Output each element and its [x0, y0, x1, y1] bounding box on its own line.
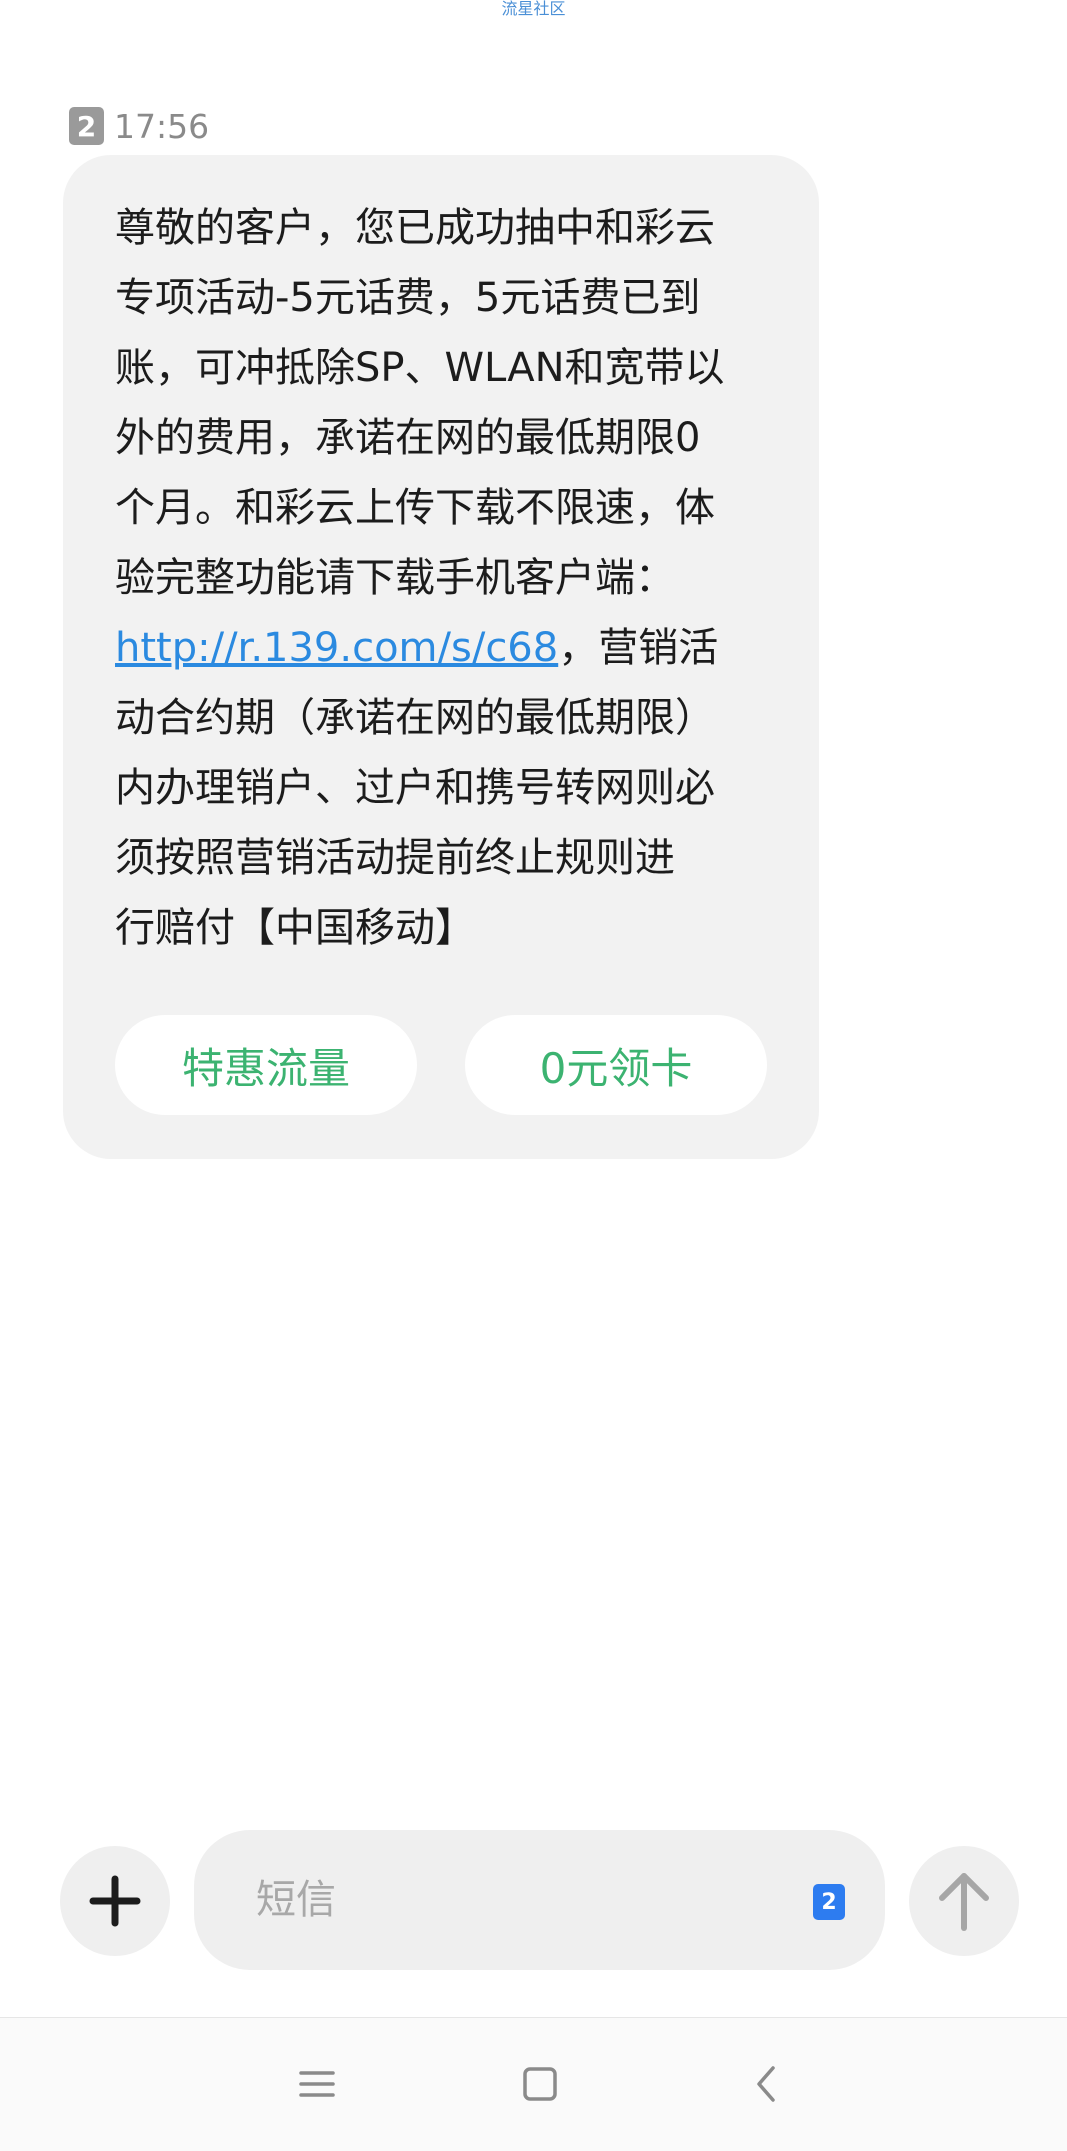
watermark: 流星社区 — [501, 0, 566, 18]
menu-icon — [299, 2071, 335, 2097]
message-time: 17:56 — [114, 106, 210, 146]
message-input-box[interactable]: 2 — [194, 1830, 885, 1970]
plus-icon — [89, 1875, 141, 1927]
square-icon — [523, 2067, 557, 2101]
action-button-free-card[interactable]: 0元领卡 — [465, 1015, 767, 1115]
message-text-part-2: ，营销活 动合约期（承诺在网的最低期限） 内办理销户、过户和携号转网则必 须按照… — [115, 625, 719, 951]
action-button-discount-data[interactable]: 特惠流量 — [115, 1015, 417, 1115]
sim-slot-badge: 2 — [69, 107, 104, 145]
message-input[interactable] — [256, 1830, 756, 1970]
send-button[interactable] — [909, 1846, 1019, 1956]
arrow-up-icon — [939, 1873, 989, 1931]
nav-back-button[interactable] — [737, 2054, 797, 2114]
composer-bar: 2 — [0, 1830, 1067, 1970]
sim-select-badge[interactable]: 2 — [813, 1884, 845, 1920]
message-body: 尊敬的客户，您已成功抽中和彩云 专项活动-5元话费，5元话费已到 账，可冲抵除S… — [115, 193, 787, 963]
nav-menu-button[interactable] — [287, 2054, 347, 2114]
system-nav-bar — [0, 2017, 1067, 2151]
nav-home-button[interactable] — [510, 2054, 570, 2114]
chevron-left-icon — [757, 2066, 775, 2102]
message-meta: 2 17:56 — [69, 106, 209, 146]
attach-button[interactable] — [60, 1846, 170, 1956]
message-text-part-1: 尊敬的客户，您已成功抽中和彩云 专项活动-5元话费，5元话费已到 账，可冲抵除S… — [115, 205, 725, 601]
message-link[interactable]: http://r.139.com/s/c68 — [115, 625, 558, 671]
message-bubble[interactable]: 尊敬的客户，您已成功抽中和彩云 专项活动-5元话费，5元话费已到 账，可冲抵除S… — [63, 155, 819, 1159]
